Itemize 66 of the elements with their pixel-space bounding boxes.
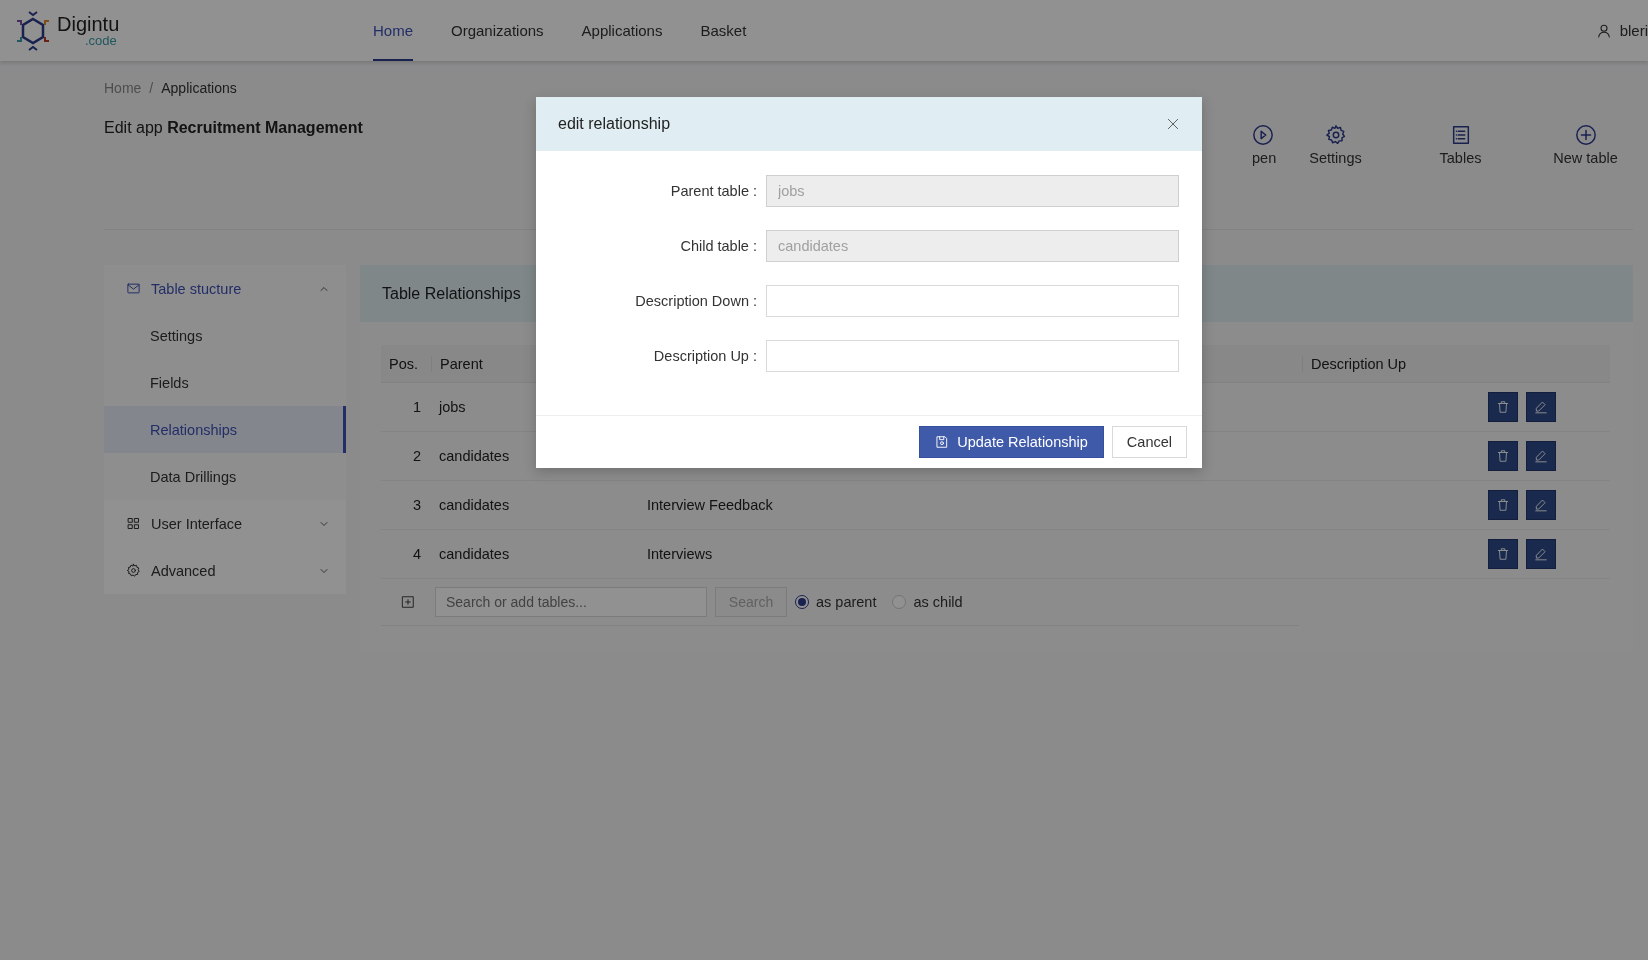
radio-option[interactable]: as parent xyxy=(795,594,877,610)
plus-square-icon xyxy=(401,595,415,609)
delete-button[interactable] xyxy=(1488,539,1518,569)
edit-button[interactable] xyxy=(1526,539,1556,569)
input-field[interactable] xyxy=(766,340,1179,372)
table-cell-text: Interview Feedback xyxy=(646,497,774,513)
radio-option[interactable]: as child xyxy=(892,594,963,610)
table-cell-text: candidates xyxy=(438,546,511,562)
grid-icon xyxy=(126,516,141,531)
field-label: Description Up : xyxy=(652,348,758,364)
logo-text: Digintu xyxy=(57,14,120,34)
nav-link[interactable]: Applications xyxy=(581,0,663,61)
table-cell-text: 4 xyxy=(411,546,422,562)
delete-button[interactable] xyxy=(1488,441,1518,471)
edit-button[interactable] xyxy=(1526,490,1556,520)
edit-button[interactable] xyxy=(1526,392,1556,422)
user-name[interactable]: bleri xyxy=(1619,22,1648,39)
close-icon xyxy=(1166,117,1180,131)
pencil-icon xyxy=(1534,400,1548,414)
trash-icon xyxy=(1496,547,1510,561)
table-cell-text: Interviews xyxy=(646,546,714,562)
play-circle-icon xyxy=(1252,124,1274,146)
pencil-icon xyxy=(1534,449,1548,463)
pencil-icon xyxy=(1534,498,1548,512)
toolbar-button[interactable]: Tables xyxy=(1398,124,1523,170)
page-title: Edit app Recruitment Management xyxy=(104,119,363,138)
field-label: Description Down : xyxy=(634,293,758,309)
radio-button[interactable] xyxy=(795,595,809,609)
table-cell-text: 3 xyxy=(411,497,422,513)
gear-icon xyxy=(1324,124,1347,146)
input-field[interactable] xyxy=(766,285,1179,317)
nav-link[interactable]: Organizations xyxy=(451,0,544,61)
logo-suffix: .code xyxy=(85,34,117,47)
table-cell-text: jobs xyxy=(437,399,467,415)
pencil-icon xyxy=(1534,547,1548,561)
field-label: Child table : xyxy=(679,238,758,254)
table-cell-text: 2 xyxy=(411,448,422,464)
mail-icon xyxy=(126,281,141,296)
delete-button[interactable] xyxy=(1488,392,1518,422)
field-label: Parent table : xyxy=(669,183,758,199)
table-cell-text: candidates xyxy=(438,448,511,464)
toolbar-button[interactable]: New table xyxy=(1523,124,1648,170)
sidebar-item[interactable]: Relationships xyxy=(104,406,346,453)
edit-button[interactable] xyxy=(1526,441,1556,471)
user-icon xyxy=(1595,22,1612,39)
plus-circle-icon xyxy=(1574,124,1597,146)
modal-title: edit relationship xyxy=(558,115,671,133)
save-icon xyxy=(935,435,950,449)
breadcrumb-link[interactable]: Applications xyxy=(161,80,237,96)
cancel-button[interactable]: Cancel xyxy=(1111,426,1187,458)
close-button[interactable] xyxy=(1166,117,1180,131)
table-cell-text: candidates xyxy=(438,497,511,513)
breadcrumb-separator: / xyxy=(149,80,154,96)
trash-icon xyxy=(1496,449,1510,463)
delete-button[interactable] xyxy=(1488,490,1518,520)
panel-title: Table Relationships xyxy=(382,284,521,303)
nav-link[interactable]: Basket xyxy=(700,0,747,61)
nav-link[interactable]: Home xyxy=(373,0,413,61)
search-field[interactable]: Search or add tables... xyxy=(435,587,707,617)
column-header: Description Up xyxy=(1302,355,1480,372)
gear-icon xyxy=(126,563,141,578)
trash-icon xyxy=(1496,400,1510,414)
update-button[interactable]: Update Relationship xyxy=(919,426,1104,458)
column-header: Pos. xyxy=(388,355,419,372)
trash-icon xyxy=(1496,498,1510,512)
table-cell-text: 1 xyxy=(411,399,422,415)
